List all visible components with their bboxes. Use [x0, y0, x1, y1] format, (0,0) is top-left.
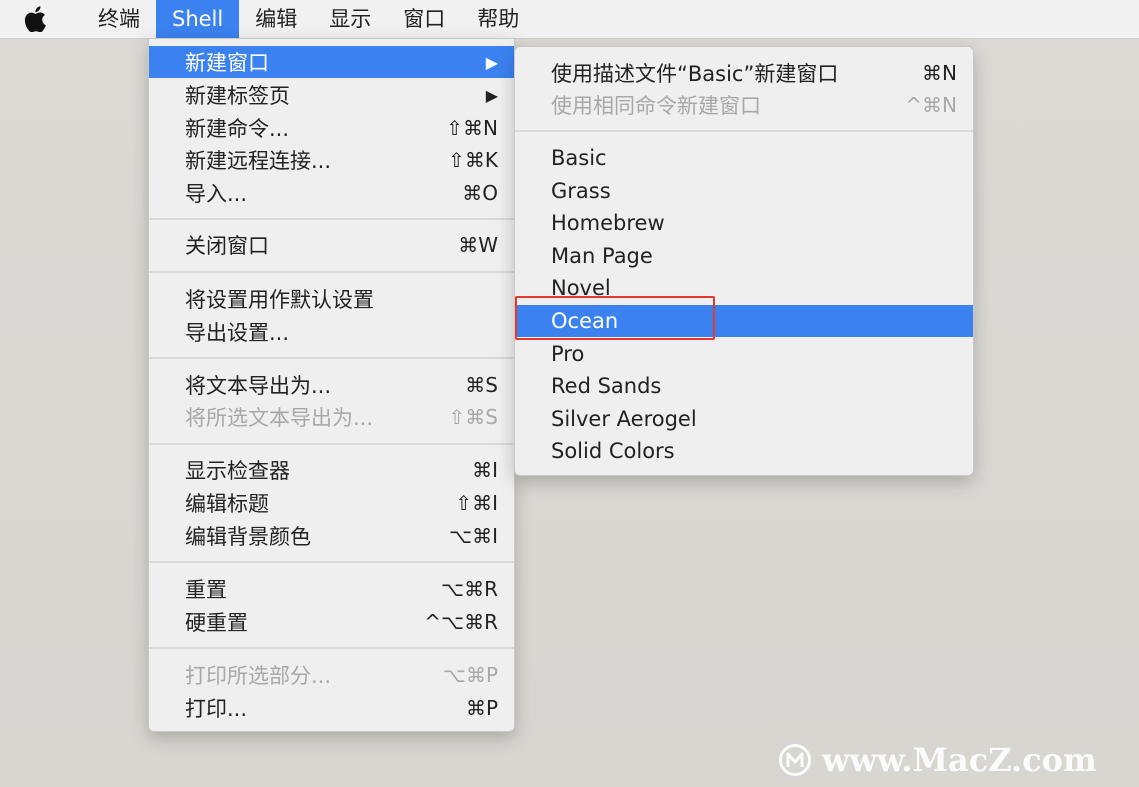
menu-item-print-selection: 打印所选部分... ⌥⌘P: [185, 663, 498, 688]
shortcut-label: ⇧⌘K: [448, 148, 498, 172]
shortcut-label: ⌥⌘R: [441, 577, 498, 601]
menu-item-import[interactable]: 导入... ⌘O: [149, 177, 514, 209]
menubar-item-shell[interactable]: Shell: [156, 0, 240, 38]
watermark: www.MacZ.com: [778, 738, 1097, 782]
annotation-highlight-box: [515, 296, 715, 340]
menu-item-print[interactable]: 打印... ⌘P: [149, 692, 514, 724]
menu-separator: [515, 130, 973, 132]
menubar-item-terminal[interactable]: 终端: [82, 0, 156, 38]
shortcut-label: ⌘W: [458, 233, 498, 257]
shortcut-label: ^⌘N: [905, 93, 957, 117]
menubar-item-window[interactable]: 窗口: [387, 0, 461, 38]
apple-icon[interactable]: [24, 6, 54, 32]
submenu-item-new-with-basic[interactable]: 使用描述文件“Basic”新建窗口 ⌘N: [515, 57, 973, 89]
macz-logo-icon: [779, 744, 811, 776]
submenu-item-solid-colors[interactable]: Solid Colors: [515, 435, 973, 467]
shortcut-label: ⌘S: [465, 373, 498, 397]
submenu-arrow-icon: ▶: [485, 52, 498, 72]
watermark-text: www.MacZ.com: [822, 741, 1097, 779]
menu-item-new-window[interactable]: 新建窗口 ▶: [149, 46, 514, 78]
shortcut-label: ⇧⌘N: [446, 116, 498, 140]
submenu-item-grass[interactable]: Grass: [515, 175, 973, 207]
submenu-item-homebrew[interactable]: Homebrew: [515, 207, 973, 239]
menu-separator: [149, 443, 514, 445]
shortcut-label: ⌘N: [922, 61, 957, 85]
shortcut-label: ^⌥⌘R: [424, 610, 498, 634]
new-window-submenu: 使用描述文件“Basic”新建窗口 ⌘N 使用相同命令新建窗口 ^⌘N Basi…: [514, 46, 974, 476]
menubar-item-help[interactable]: 帮助: [461, 0, 535, 38]
menu-item-new-tab[interactable]: 新建标签页 ▶: [149, 79, 514, 111]
menu-item-hard-reset[interactable]: 硬重置 ^⌥⌘R: [149, 606, 514, 638]
submenu-item-red-sands[interactable]: Red Sands: [515, 370, 973, 402]
menu-item-use-as-default[interactable]: 将设置用作默认设置: [149, 283, 514, 315]
submenu-item-man-page[interactable]: Man Page: [515, 240, 973, 272]
menu-item-close-window[interactable]: 关闭窗口 ⌘W: [149, 229, 514, 261]
shortcut-label: ⌘O: [462, 181, 498, 205]
menu-bar: 终端 Shell 编辑 显示 窗口 帮助: [0, 0, 1139, 39]
submenu-arrow-icon: ▶: [485, 85, 498, 105]
shortcut-label: ⇧⌘S: [448, 405, 498, 429]
menu-separator: [149, 561, 514, 563]
submenu-item-pro[interactable]: Pro: [515, 338, 973, 370]
menubar-item-edit[interactable]: 编辑: [239, 0, 313, 38]
menu-item-show-inspector[interactable]: 显示检查器 ⌘I: [149, 454, 514, 486]
shortcut-label: ⇧⌘I: [455, 491, 498, 515]
menu-separator: [149, 271, 514, 273]
menu-item-edit-title[interactable]: 编辑标题 ⇧⌘I: [149, 487, 514, 519]
menu-item-export-settings[interactable]: 导出设置...: [149, 316, 514, 348]
submenu-item-new-same-command: 使用相同命令新建窗口 ^⌘N: [551, 93, 957, 118]
shortcut-label: ⌥⌘I: [449, 524, 498, 548]
shell-menu: 新建窗口 ▶ 新建标签页 ▶ 新建命令... ⇧⌘N 新建远程连接... ⇧⌘K…: [148, 38, 515, 732]
shortcut-label: ⌘I: [472, 458, 498, 482]
menu-separator: [149, 357, 514, 359]
menu-separator: [149, 647, 514, 649]
menu-separator: [149, 218, 514, 220]
menu-item-export-selected-text: 将所选文本导出为... ⇧⌘S: [185, 405, 498, 430]
menu-item-new-remote-connection[interactable]: 新建远程连接... ⇧⌘K: [149, 144, 514, 176]
shortcut-label: ⌥⌘P: [442, 663, 498, 687]
menu-item-edit-background-color[interactable]: 编辑背景颜色 ⌥⌘I: [149, 520, 514, 552]
menu-item-reset[interactable]: 重置 ⌥⌘R: [149, 573, 514, 605]
menu-item-new-command[interactable]: 新建命令... ⇧⌘N: [149, 112, 514, 144]
submenu-item-silver-aerogel[interactable]: Silver Aerogel: [515, 403, 973, 435]
menu-item-export-text[interactable]: 将文本导出为... ⌘S: [149, 369, 514, 401]
menubar-item-view[interactable]: 显示: [313, 0, 387, 38]
shortcut-label: ⌘P: [465, 696, 498, 720]
submenu-item-basic[interactable]: Basic: [515, 142, 973, 174]
